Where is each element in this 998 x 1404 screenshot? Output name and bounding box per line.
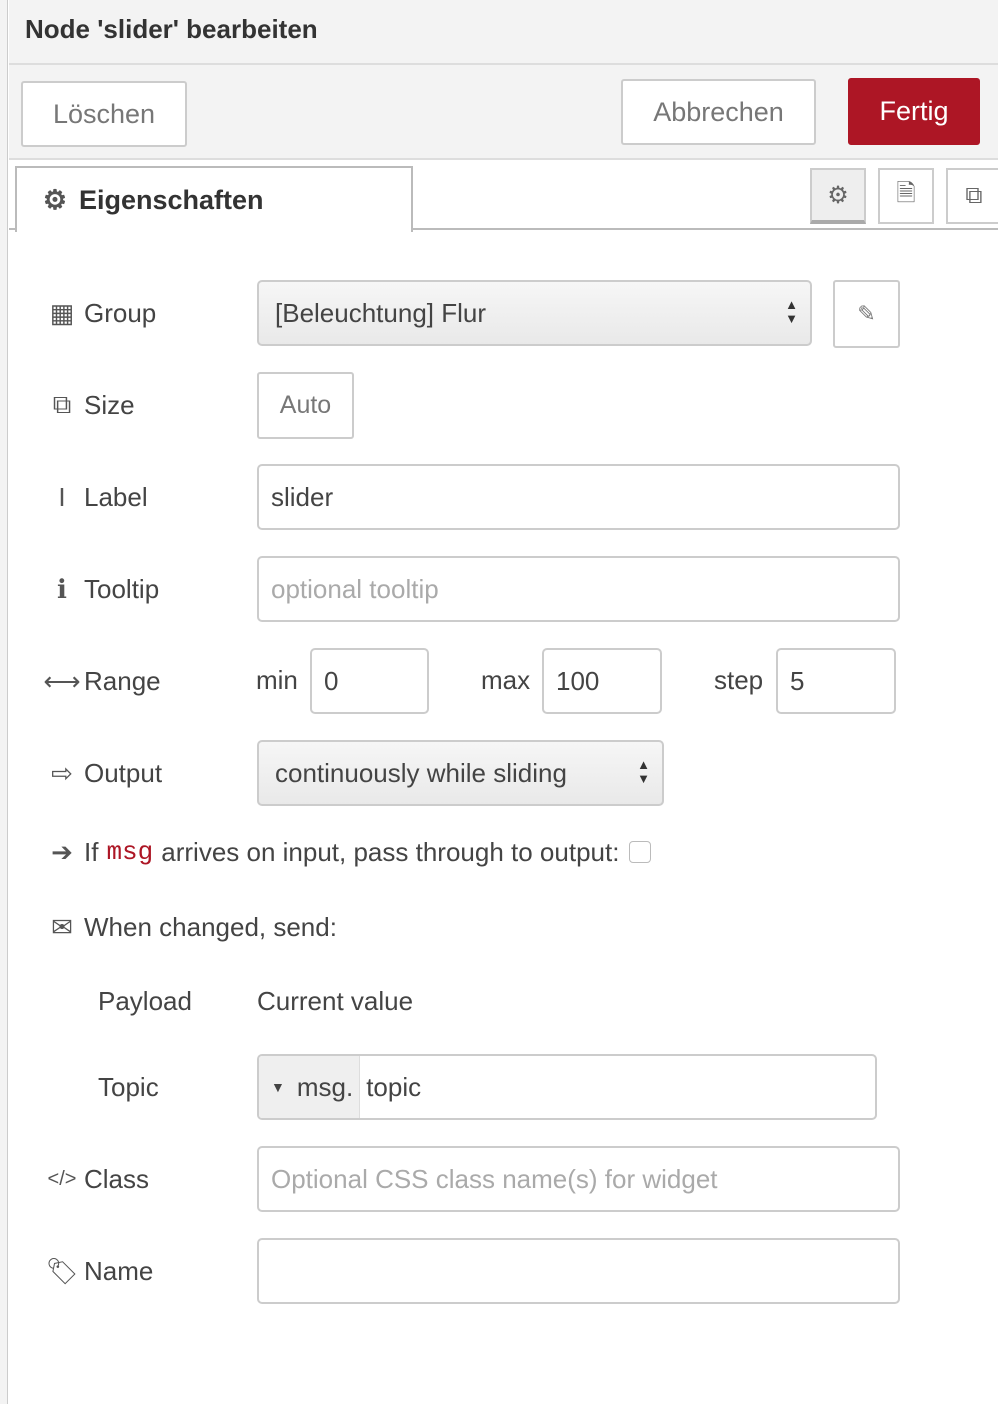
msg-code: msg [106,837,154,867]
select-arrows-icon: ▲ ▼ [637,757,650,786]
arrows-h-icon: ⟷ [43,665,81,696]
gear-icon: ⚙ [827,181,849,209]
done-button[interactable]: Fertig [848,78,980,145]
topic-typed-input[interactable]: ▼ msg. topic [257,1054,877,1120]
description-tab-button[interactable]: 🗎 [878,168,934,224]
min-input[interactable]: 0 [310,648,429,714]
group-select[interactable]: [Beleuchtung] Flur ▲ ▼ [257,280,812,346]
send-label: ✉ When changed, send: [48,907,337,947]
output-select[interactable]: continuously while sliding ▲ ▼ [257,740,664,806]
output-label: ⇨ Output [48,753,162,793]
payload-value: Current value [257,986,414,1016]
output-value: continuously while sliding [275,757,567,788]
step-input[interactable]: 5 [776,648,896,714]
sign-out-icon: ⇨ [51,757,73,788]
dialog-title: Node 'slider' bearbeiten [9,0,998,65]
appearance-tab-button[interactable]: ⧉ [946,168,998,224]
text-cursor-icon: I [58,481,66,512]
tab-properties[interactable]: ⚙ Eigenschaften [15,166,413,232]
topic-type: msg. [296,1071,354,1102]
name-label-text: Name [84,1255,154,1286]
label-label: I Label [48,477,148,517]
edit-group-button[interactable]: ✎ [833,280,900,348]
send-label-text: When changed, send: [84,911,337,942]
caret-down-icon: ▼ [271,1079,285,1095]
size-icon: ⧉ [52,389,72,419]
gear-icon: ⚙ [42,184,68,215]
tooltip-label: ℹ Tooltip [48,569,159,609]
delete-button[interactable]: Löschen [21,81,187,147]
name-label: 🏷 Name [45,1251,154,1291]
arrow-right-icon: ➔ [51,836,73,867]
max-input[interactable]: 100 [542,648,662,714]
code-icon: </> [47,1167,77,1190]
class-label: </> Class [48,1159,149,1199]
toolbar: Löschen Abbrechen Fertig [9,65,998,160]
label-input[interactable]: slider [257,464,900,530]
passthrough-row: ➔ If msg arrives on input, pass through … [48,832,652,872]
name-input[interactable] [257,1238,900,1304]
range-label: ⟷ Range [43,661,161,701]
topic-label: Topic [98,1072,159,1102]
table-icon: ▦ [49,297,75,328]
info-icon: ℹ [57,573,67,604]
pencil-icon: ✎ [857,301,876,326]
group-label: ▦ Group [48,293,157,333]
appearance-icon: ⧉ [965,182,983,209]
size-label-text: Size [84,389,135,420]
payload-label: Payload [98,986,192,1016]
step-label: step [714,665,764,695]
passthrough-prefix: If [84,836,99,867]
group-label-text: Group [84,297,157,328]
topic-type-select[interactable]: ▼ msg. [259,1056,361,1118]
range-label-text: Range [84,665,161,696]
output-label-text: Output [84,757,163,788]
class-label-text: Class [84,1163,150,1194]
min-label: min [256,665,298,695]
envelope-icon: ✉ [51,911,73,942]
passthrough-checkbox[interactable] [629,841,652,863]
tab-bar: ⚙ Eigenschaften ⚙ 🗎 ⧉ [9,160,998,232]
tab-label: Eigenschaften [79,184,264,215]
tooltip-input[interactable]: optional tooltip [257,556,900,622]
settings-tab-button[interactable]: ⚙ [810,168,866,224]
max-label: max [481,665,531,695]
label-label-text: Label [84,481,148,512]
select-arrows-icon: ▲ ▼ [785,297,798,326]
tag-icon: 🏷 [45,1255,79,1286]
left-border [0,0,8,1404]
description-icon: 🗎 [896,179,916,207]
size-button[interactable]: Auto [257,372,354,439]
cancel-button[interactable]: Abbrechen [621,79,816,145]
class-input[interactable]: Optional CSS class name(s) for widget [257,1146,900,1212]
group-value: [Beleuchtung] Flur [275,297,487,328]
topic-value: topic [366,1071,422,1102]
passthrough-text: arrives on input, pass through to output… [161,836,620,867]
tooltip-label-text: Tooltip [84,573,160,604]
size-label: ⧉ Size [48,385,135,425]
